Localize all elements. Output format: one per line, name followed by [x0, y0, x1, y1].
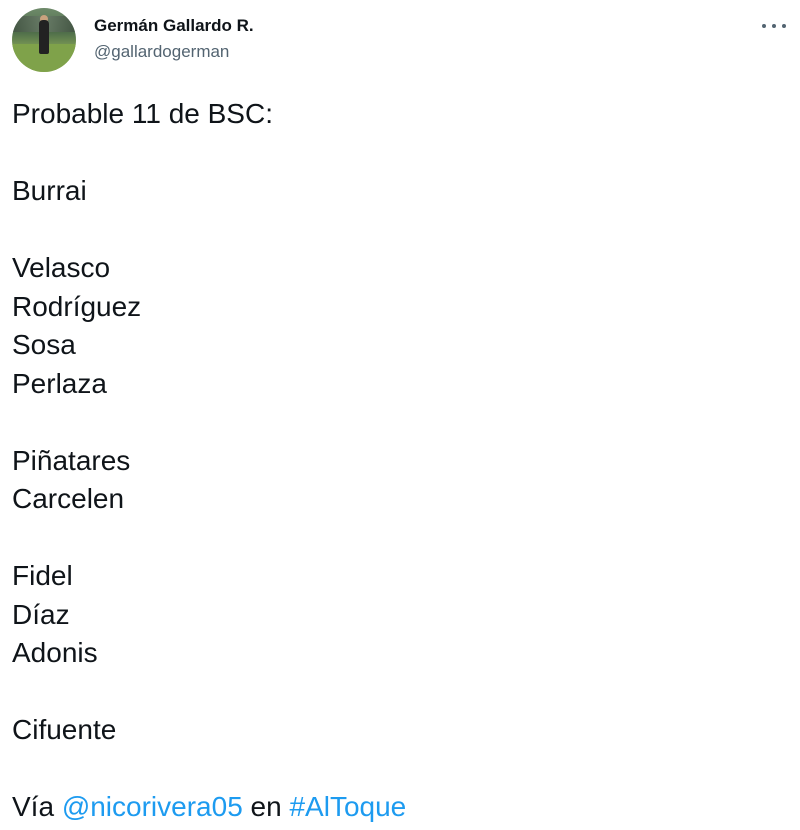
forward: Cifuente	[12, 714, 117, 745]
attacking-player: Díaz	[12, 598, 70, 630]
defender: Rodríguez	[12, 290, 142, 322]
tweet-text: Probable 11 de BSC: Burrai Velasco Rodrí…	[12, 95, 782, 827]
tweet-header: Germán Gallardo R. @gallardogerman	[10, 8, 790, 74]
mention-link[interactable]: @nicorivera05	[62, 791, 243, 822]
attacking-player: Adonis	[12, 637, 98, 668]
dot-icon	[782, 24, 786, 28]
avatar-person	[39, 20, 49, 54]
goalkeeper: Burrai	[12, 175, 87, 206]
defender: Perlaza	[12, 367, 107, 399]
author-handle[interactable]: @gallardogerman	[94, 42, 229, 62]
dot-icon	[772, 24, 776, 28]
via-line: Vía @nicorivera05 en #AlToque	[12, 788, 782, 827]
tweet-title: Probable 11 de BSC:	[12, 98, 273, 129]
defender: Sosa	[12, 329, 76, 360]
via-connector: en	[250, 791, 282, 822]
midfielder: Piñatares	[12, 444, 131, 476]
author-name[interactable]: Germán Gallardo R.	[94, 16, 254, 36]
dot-icon	[762, 24, 766, 28]
attacking-player: Fidel	[12, 560, 73, 591]
via-prefix: Vía	[12, 791, 55, 822]
hashtag-link[interactable]: #AlToque	[289, 791, 406, 822]
avatar[interactable]	[12, 8, 76, 72]
midfielder: Carcelen	[12, 483, 125, 514]
more-options-icon[interactable]	[762, 16, 786, 36]
defender: Velasco	[12, 252, 111, 283]
